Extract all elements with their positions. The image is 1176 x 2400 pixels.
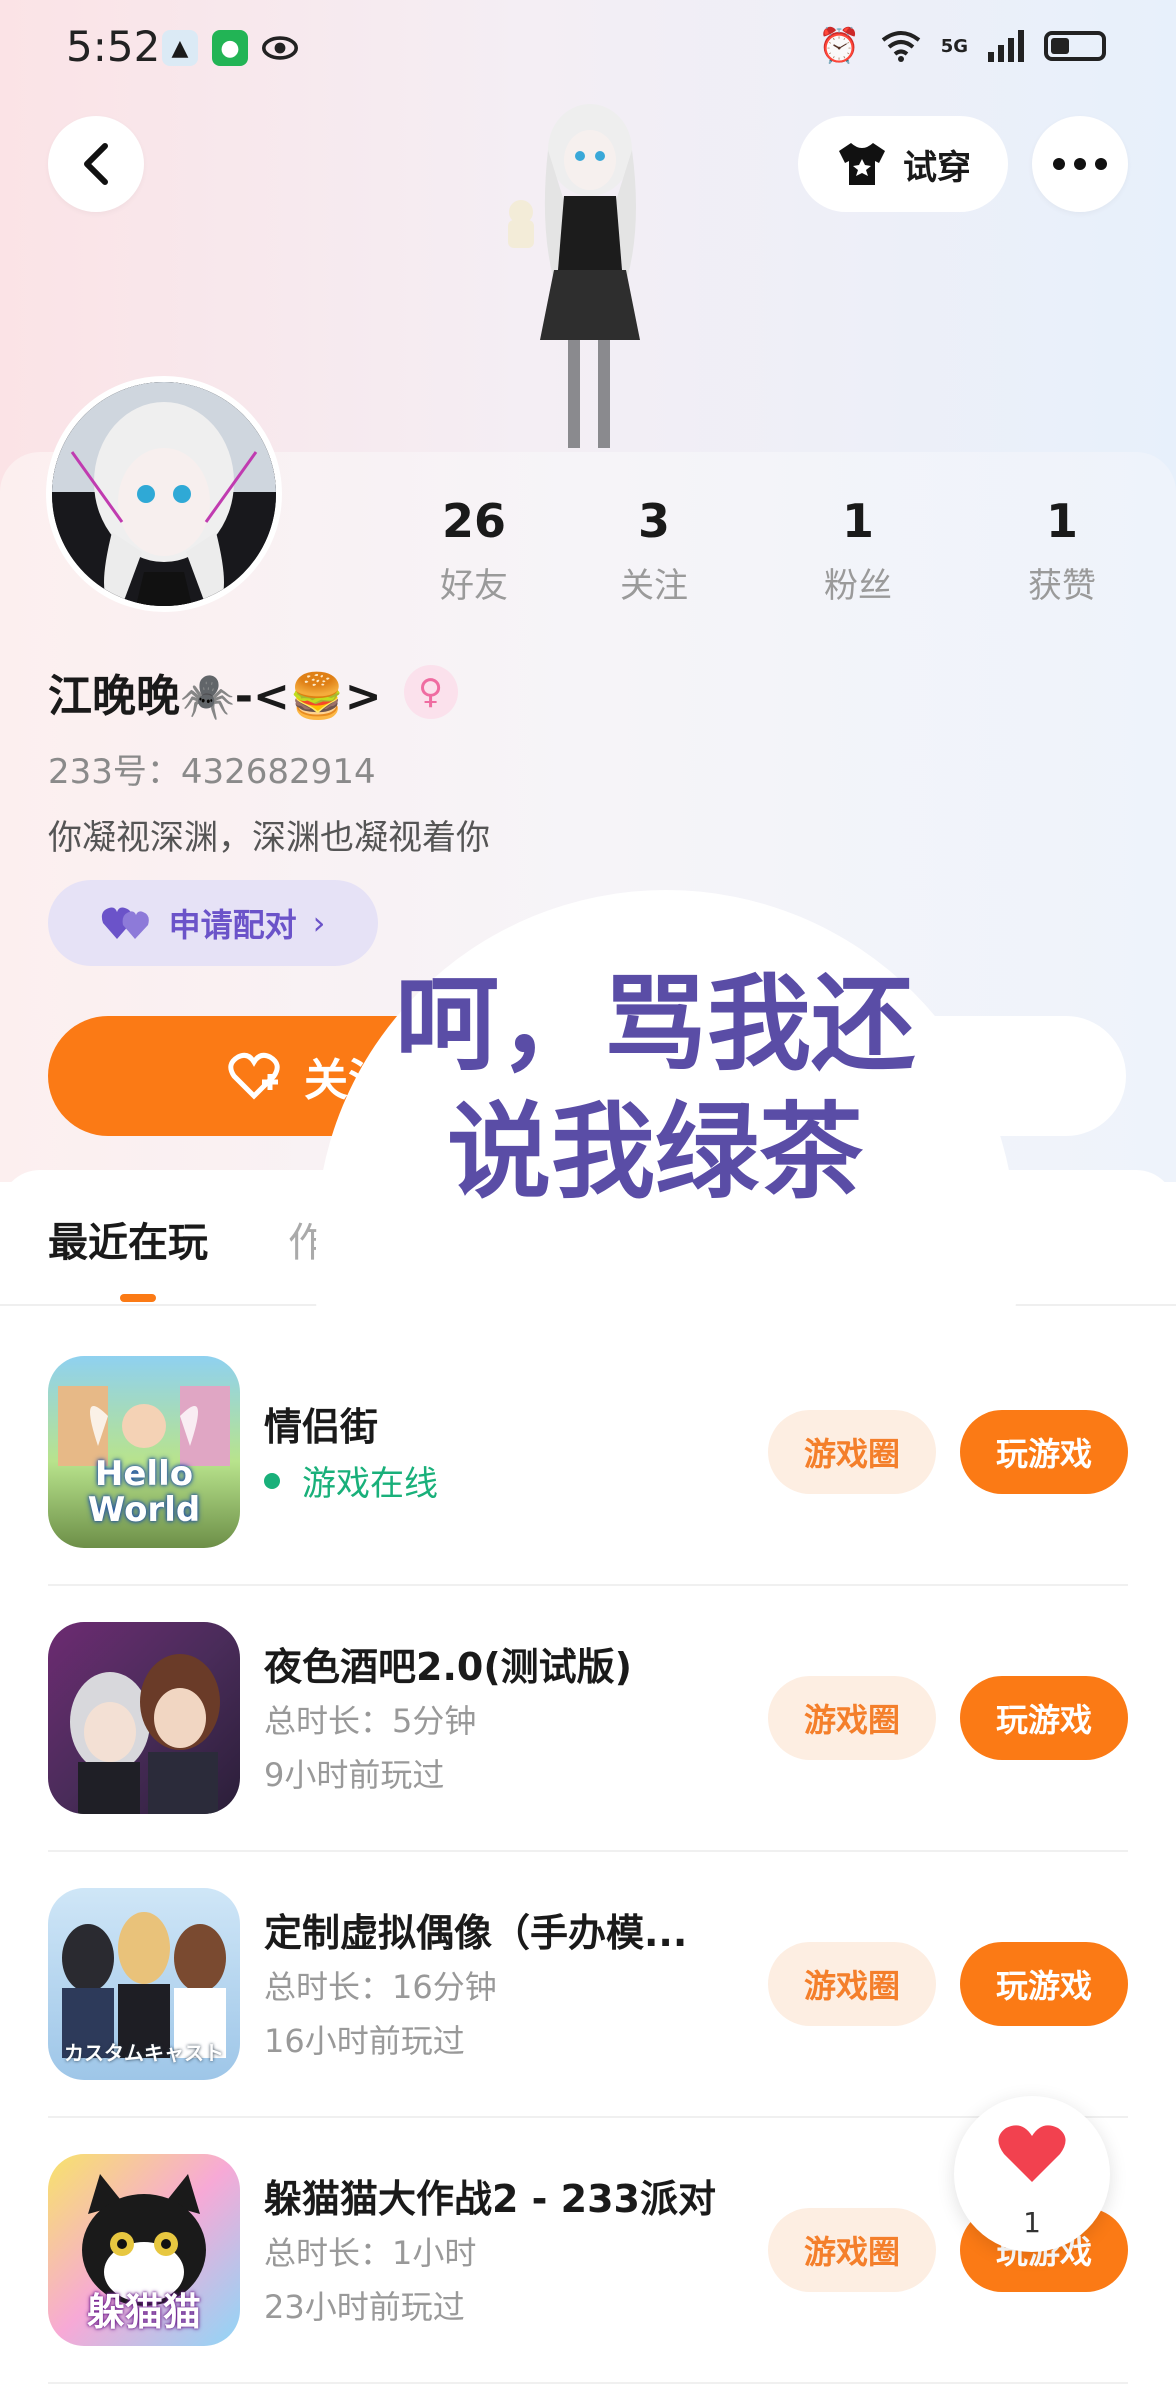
- tab-indicator: [120, 1294, 156, 1302]
- stat-likes[interactable]: 1 获赞: [982, 494, 1142, 607]
- wechat-icon: ●: [212, 30, 248, 66]
- game-icon: カスタムキャスト: [48, 1888, 240, 2080]
- game-icon-text: カスタムキャスト: [64, 2041, 224, 2065]
- online-dot-icon: [264, 1472, 280, 1489]
- stat-value: 1: [1045, 494, 1078, 548]
- profile-nickname-row: 江晚晚🕷️-<🍔> ♀: [48, 660, 458, 724]
- avatar-image: [52, 382, 276, 606]
- wifi-icon: [881, 31, 920, 62]
- try-on-label: 试穿: [903, 147, 971, 188]
- chevron-right-icon: ›: [312, 904, 326, 942]
- stat-fans[interactable]: 1 粉丝: [778, 494, 938, 607]
- user-id: 233号：432682914: [48, 752, 376, 792]
- tshirt-icon: [839, 143, 885, 185]
- signal-icon: [988, 30, 1024, 62]
- heart-plus-icon: [228, 1052, 280, 1100]
- game-duration: 总时长：16分钟: [264, 1968, 497, 2006]
- alarm-icon: ⏰: [818, 26, 861, 66]
- stat-label: 获赞: [1028, 566, 1096, 606]
- try-on-button[interactable]: 试穿: [798, 116, 1008, 212]
- back-button[interactable]: [48, 116, 144, 212]
- stat-label: 好友: [440, 566, 508, 606]
- apply-pair-button[interactable]: 申请配对 ›: [48, 880, 378, 966]
- heart-icon: [998, 2125, 1066, 2182]
- stat-value: 1: [841, 494, 874, 548]
- like-count: 1: [1023, 2206, 1041, 2239]
- game-circle-button[interactable]: 游戏圈: [768, 2208, 936, 2292]
- game-row-3[interactable]: カスタムキャスト 定制虚拟偶像（手办模... 总时长：16分钟 16小时前玩过 …: [0, 1852, 1176, 2118]
- stat-value: 26: [441, 494, 506, 548]
- double-heart-icon: [101, 907, 149, 939]
- game-icon: Hello World: [48, 1356, 240, 1548]
- game-last-played: 9小时前玩过: [264, 1756, 445, 1794]
- female-gender-icon: ♀: [403, 665, 458, 719]
- avatar-3d-figure[interactable]: [498, 100, 678, 452]
- notification-icons: ▲ ●: [162, 30, 298, 66]
- floating-like-button[interactable]: 1: [954, 2096, 1110, 2252]
- game-circle-button[interactable]: 游戏圈: [768, 1676, 936, 1760]
- more-button[interactable]: [1032, 116, 1128, 212]
- game-title: 定制虚拟偶像（手办模...: [264, 1911, 688, 1955]
- game-circle-button[interactable]: 游戏圈: [768, 1942, 936, 2026]
- user-bio: 你凝视深渊，深渊也凝视着你: [48, 818, 490, 858]
- play-game-button[interactable]: 玩游戏: [960, 1676, 1128, 1760]
- game-icon: [48, 1622, 240, 1814]
- status-bar: 5:52 ▲ ● ⏰ 5G: [0, 0, 1176, 100]
- system-icons: ⏰ 5G: [818, 26, 1106, 66]
- avatar[interactable]: [46, 376, 282, 612]
- row-separator: [48, 2382, 1128, 2384]
- online-status: 游戏在线: [264, 1456, 438, 1505]
- stat-friends[interactable]: 26 好友: [394, 494, 554, 607]
- stat-label: 粉丝: [824, 566, 892, 606]
- game-icon-text: 躲猫猫: [86, 2290, 201, 2334]
- game-title: 夜色酒吧2.0(测试版): [264, 1645, 633, 1689]
- game-last-played: 16小时前玩过: [264, 2022, 465, 2060]
- game-last-played: 23小时前玩过: [264, 2288, 465, 2326]
- play-game-button[interactable]: 玩游戏: [960, 1942, 1128, 2026]
- online-label: 游戏在线: [302, 1464, 438, 1504]
- network-type: 5G: [940, 35, 968, 57]
- game-icon: 躲猫猫: [48, 2154, 240, 2346]
- tab-recent-playing[interactable]: 最近在玩: [48, 1210, 208, 1268]
- game-duration: 总时长：5分钟: [264, 1702, 477, 1740]
- apply-pair-label: 申请配对: [168, 906, 297, 944]
- stat-label: 关注: [620, 566, 688, 606]
- game-icon-text: Hello World: [87, 1454, 201, 1530]
- game-title: 情侣街: [264, 1405, 379, 1449]
- nickname: 江晚晚🕷️-<🍔>: [48, 671, 382, 722]
- app-notification-icon: ▲: [162, 30, 198, 66]
- play-game-button[interactable]: 玩游戏: [960, 1410, 1128, 1494]
- stat-value: 3: [637, 494, 670, 548]
- game-duration: 总时长：1小时: [264, 2234, 477, 2272]
- game-title: 躲猫猫大作战2 - 233派对: [264, 2177, 716, 2221]
- battery-icon: [1044, 31, 1106, 61]
- chevron-left-icon: [84, 143, 108, 185]
- eye-icon: [262, 30, 298, 66]
- status-time: 5:52: [66, 22, 161, 71]
- speech-bubble-text: 呵，骂我还说我绿茶: [394, 963, 915, 1213]
- game-row-2[interactable]: 夜色酒吧2.0(测试版) 总时长：5分钟 9小时前玩过 游戏圈 玩游戏: [0, 1586, 1176, 1852]
- game-circle-button[interactable]: 游戏圈: [768, 1410, 936, 1494]
- stat-following[interactable]: 3 关注: [574, 494, 734, 607]
- more-dots-icon: [1053, 158, 1107, 170]
